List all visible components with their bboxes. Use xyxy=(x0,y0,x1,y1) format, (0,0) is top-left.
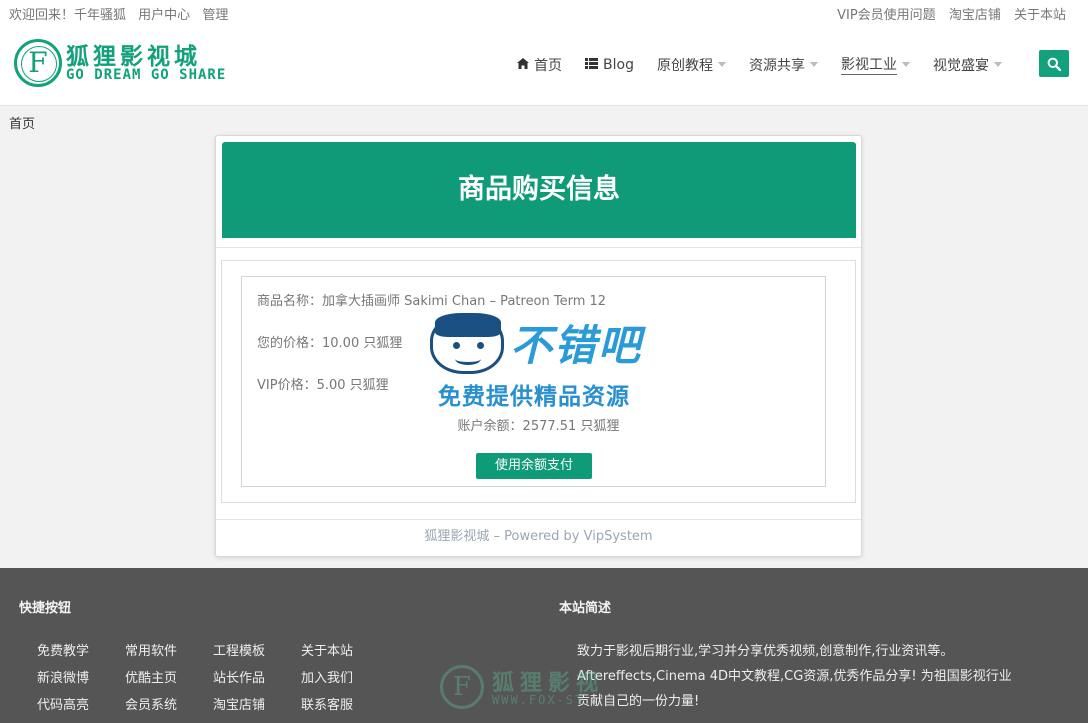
welcome-text: 欢迎回来！千年骚狐 xyxy=(9,8,127,23)
nav-item-label: 首页 xyxy=(534,57,563,74)
quick-links-title: 快捷按钮 xyxy=(19,601,72,616)
footer-watermark-logo: F 狐狸影视 WWW.FOX-ST xyxy=(440,663,660,713)
vip-help-link[interactable]: VIP会员使用问题 xyxy=(837,8,936,23)
logo-letter: F xyxy=(28,46,48,79)
account-balance: 账户余额：2577.51 只狐狸 xyxy=(457,419,620,434)
footer-link[interactable]: 关于本站 xyxy=(301,640,389,659)
footer-link[interactable]: 常用软件 xyxy=(125,640,213,659)
quick-links: 免费教学 常用软件 工程模板 关于本站 新浪微博 优酷主页 站长作品 加入我们 … xyxy=(37,640,389,713)
footer-link[interactable]: 淘宝店铺 xyxy=(213,694,301,713)
nav-item-visual-feast[interactable]: 视觉盛宴 xyxy=(933,54,1002,75)
watermark-subtitle: 免费提供精品资源 xyxy=(438,384,630,410)
card-title: 商品购买信息 xyxy=(222,142,856,238)
nav-item-label: 资源共享 xyxy=(749,57,805,74)
footer-link[interactable]: 免费教学 xyxy=(37,640,125,659)
caret-down-icon xyxy=(902,62,910,67)
taobao-link[interactable]: 淘宝店铺 xyxy=(949,8,1001,23)
card-footer: 狐狸影视城 – Powered by VipSystem xyxy=(424,529,653,544)
intro-line: 致力于影视后期行业,学习并分享优秀视频,创意制作,行业资讯等。 xyxy=(577,644,954,659)
admin-link[interactable]: 管理 xyxy=(202,8,228,23)
footer-logo-url: WWW.FOX-ST xyxy=(492,693,585,707)
top-bar-left: 欢迎回来！千年骚狐 用户中心 管理 xyxy=(9,4,236,23)
search-button[interactable] xyxy=(1039,50,1069,77)
list-icon xyxy=(585,57,599,72)
footer-link[interactable]: 站长作品 xyxy=(213,667,301,686)
footer-link[interactable]: 会员系统 xyxy=(125,694,213,713)
divider xyxy=(216,519,861,520)
eye-icon xyxy=(477,342,484,349)
mouth-icon xyxy=(455,353,481,365)
cartoon-face-icon xyxy=(430,313,504,374)
user-center-link[interactable]: 用户中心 xyxy=(138,8,190,23)
vip-price: VIP价格：5.00 只狐狸 xyxy=(257,378,389,393)
caret-down-icon xyxy=(810,62,818,67)
logo-title: 狐狸影视城 xyxy=(66,44,201,70)
your-price: 您的价格：10.00 只狐狸 xyxy=(257,336,403,351)
about-link[interactable]: 关于本站 xyxy=(1014,8,1066,23)
site-intro-title: 本站简述 xyxy=(559,601,612,616)
watermark-title: 不错吧 xyxy=(510,321,643,370)
watermark: 不错吧 免费提供精品资源 xyxy=(430,310,665,410)
footer-link[interactable]: 加入我们 xyxy=(301,667,389,686)
footer-link[interactable]: 代码高亮 xyxy=(37,694,125,713)
nav-item-resources[interactable]: 资源共享 xyxy=(749,54,818,75)
site-footer: 快捷按钮 免费教学 常用软件 工程模板 关于本站 新浪微博 优酷主页 站长作品 … xyxy=(0,568,1088,723)
caret-down-icon xyxy=(994,62,1002,67)
footer-link[interactable]: 优酷主页 xyxy=(125,667,213,686)
top-bar-right: VIP会员使用问题 淘宝店铺 关于本站 xyxy=(828,4,1066,23)
top-bar: 欢迎回来！千年骚狐 用户中心 管理 VIP会员使用问题 淘宝店铺 关于本站 xyxy=(0,0,1088,26)
nav-item-tutorials[interactable]: 原创教程 xyxy=(657,54,726,75)
footer-link[interactable]: 联系客服 xyxy=(301,694,389,713)
footer-logo-letter: F xyxy=(440,665,484,709)
breadcrumb[interactable]: 首页 xyxy=(9,113,35,132)
nav-item-home[interactable]: 首页 xyxy=(517,54,562,75)
nav-item-label: 视觉盛宴 xyxy=(933,57,989,74)
nav-item-blog[interactable]: Blog xyxy=(585,54,634,75)
main-nav: 首页 Blog 原创教程 资源共享 影视工业 视觉盛宴 xyxy=(494,54,1002,75)
nav-item-film-industry[interactable]: 影视工业 xyxy=(841,54,910,75)
pay-with-balance-button[interactable]: 使用余额支付 xyxy=(476,453,592,479)
logo-subtitle: GO DREAM GO SHARE xyxy=(66,67,227,83)
nav-item-label: 原创教程 xyxy=(657,57,713,74)
footer-link[interactable]: 新浪微博 xyxy=(37,667,125,686)
divider xyxy=(216,247,861,248)
nav-item-label: 影视工业 xyxy=(841,54,897,75)
nav-item-label: Blog xyxy=(603,56,634,73)
caret-down-icon xyxy=(718,62,726,67)
footer-link[interactable]: 工程模板 xyxy=(213,640,301,659)
product-name: 商品名称：加拿大插画师 Sakimi Chan – Patreon Term 1… xyxy=(257,294,607,309)
eye-icon xyxy=(453,342,460,349)
search-icon xyxy=(1047,57,1062,71)
site-header: F 狐狸影视城 GO DREAM GO SHARE 首页 Blog 原创教程 资… xyxy=(0,26,1088,106)
site-logo[interactable]: F 狐狸影视城 GO DREAM GO SHARE xyxy=(14,37,229,87)
home-icon xyxy=(517,57,530,72)
